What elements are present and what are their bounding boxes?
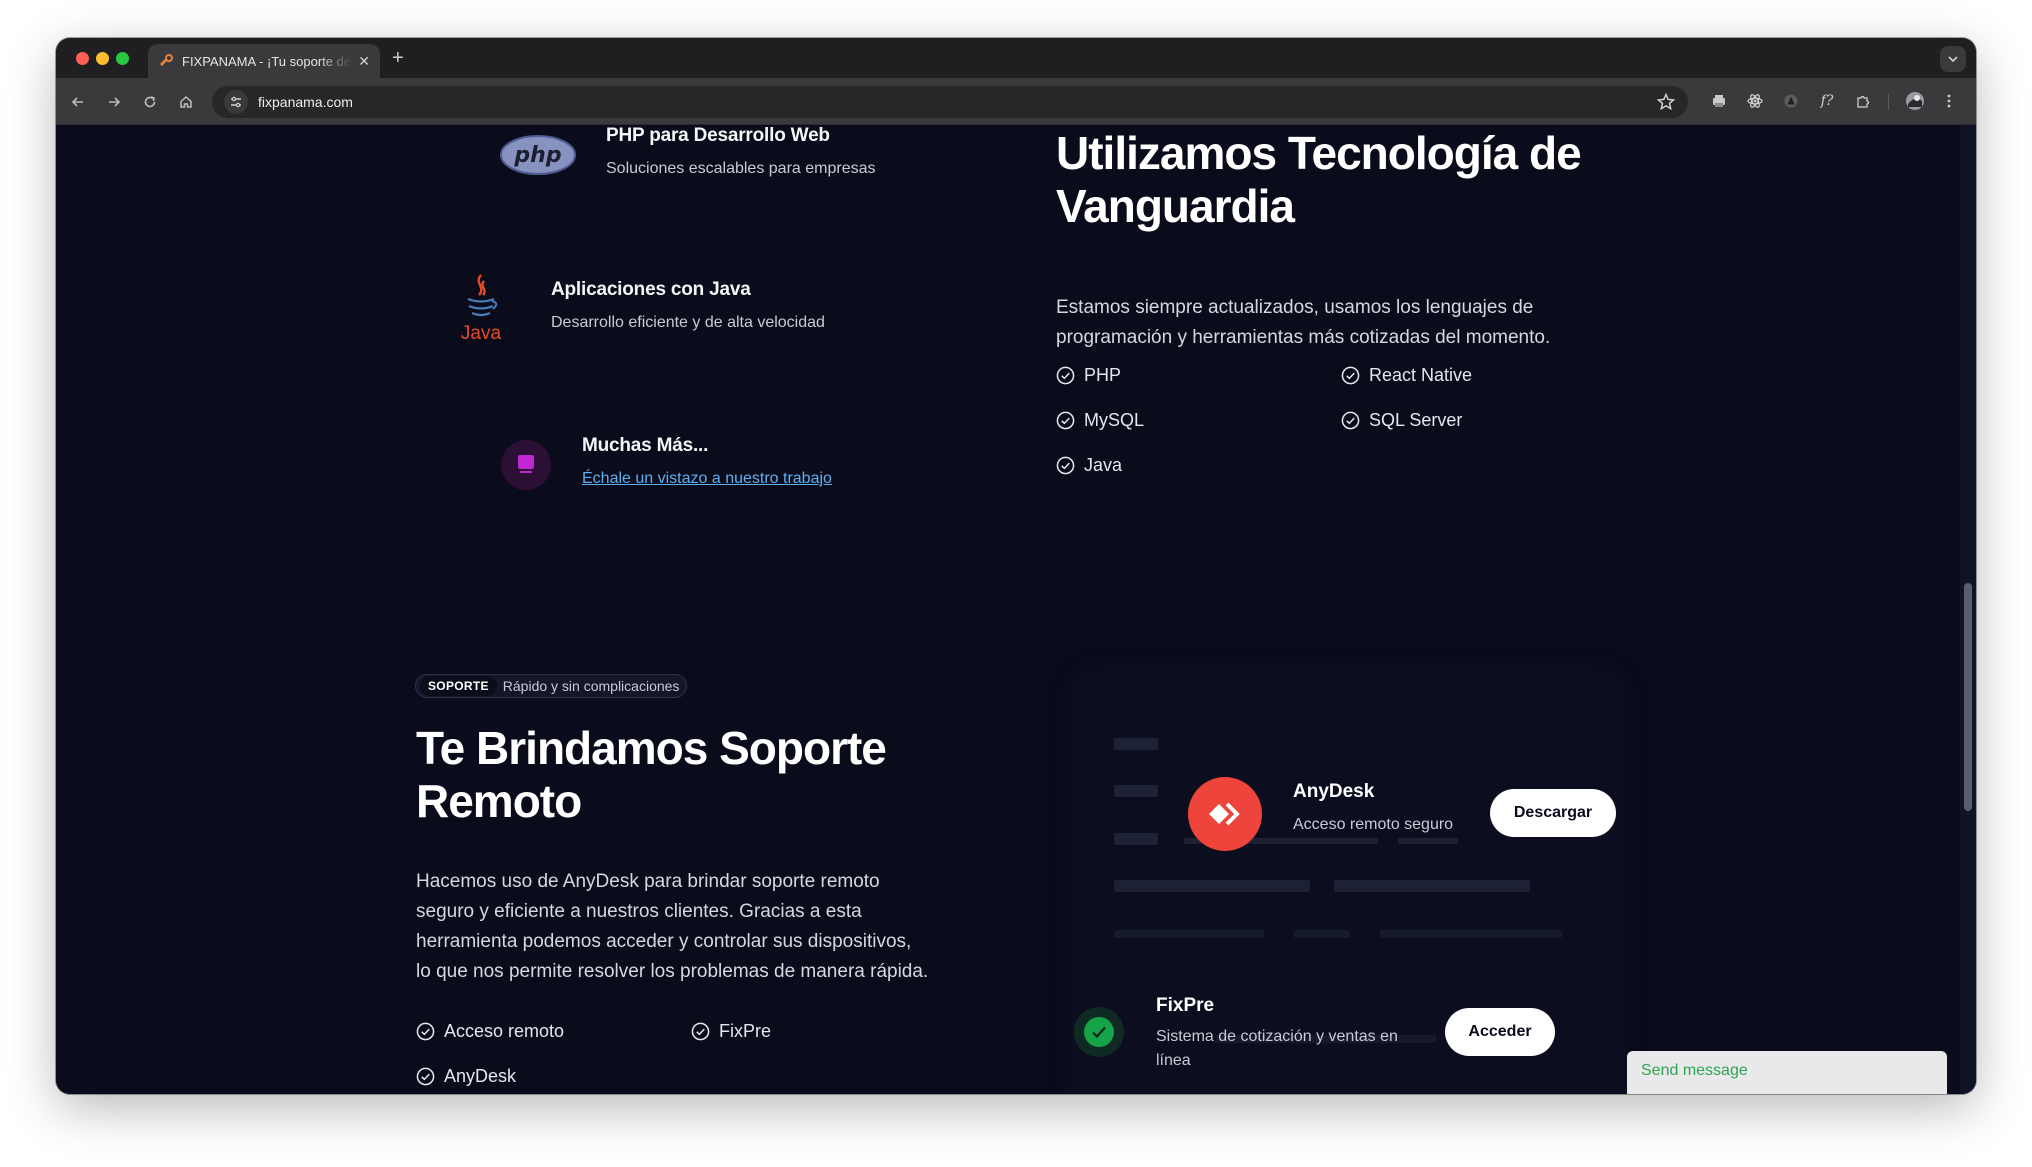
- tech-logo-java: Java: [460, 273, 502, 354]
- extension-function-icon[interactable]: f?: [1816, 90, 1838, 112]
- check-circle-icon: [691, 1022, 710, 1041]
- check-circle-icon: [1056, 411, 1075, 430]
- check-item-php: PHP: [1056, 365, 1121, 386]
- toolbar-divider: [1888, 94, 1889, 110]
- profile-avatar[interactable]: [1904, 90, 1926, 112]
- scrollbar-thumb[interactable]: [1964, 583, 1972, 811]
- check-circle-icon: [1056, 456, 1075, 475]
- maximize-window-button[interactable]: [116, 52, 129, 65]
- check-circle-icon: [1341, 366, 1360, 385]
- tab-title: FIXPANAMA - ¡Tu soporte de: [182, 53, 352, 69]
- vanguardia-lead: Estamos siempre actualizados, usamos los…: [1056, 297, 1551, 348]
- skeleton-line: [1114, 930, 1264, 938]
- check-item-acceso-remoto: Acceso remoto: [416, 1021, 564, 1042]
- check-item-mysql: MySQL: [1056, 410, 1144, 431]
- skeleton-line: [1114, 738, 1158, 750]
- fixpanama-favicon-icon: [160, 54, 173, 66]
- skeleton-line: [1114, 833, 1158, 845]
- soporte-lead: Hacemos uso de AnyDesk para brindar sopo…: [416, 871, 929, 982]
- svg-text:Java: Java: [461, 323, 502, 344]
- skeleton-line: [1114, 880, 1310, 892]
- check-circle-icon: [1056, 366, 1075, 385]
- portfolio-link[interactable]: Échale un vistazo a nuestro trabajo: [582, 470, 832, 488]
- home-icon: [180, 95, 192, 108]
- browser-menu-icon[interactable]: [1938, 90, 1960, 112]
- soporte-badge: SOPORTE Rápido y sin complicaciones: [415, 674, 688, 698]
- fixpre-subtitle: Sistema de cotización y ventas en línea: [1156, 1028, 1398, 1069]
- vanguardia-heading: Utilizamos Tecnología de Vanguardia: [1056, 127, 1582, 232]
- minimize-window-button[interactable]: [96, 52, 109, 65]
- browser-toolbar: fixpanama.com f?: [56, 78, 1976, 125]
- svg-text:php: php: [513, 143, 561, 168]
- tab-fixpanama[interactable]: FIXPANAMA - ¡Tu soporte de ✕: [148, 44, 380, 78]
- skeleton-line: [1114, 785, 1158, 797]
- tech-more: Muchas Más... Échale un vistazo a nuestr…: [582, 435, 832, 488]
- check-item-java: Java: [1056, 455, 1122, 476]
- soporte-heading: Te Brindamos Soporte Remoto: [416, 722, 887, 827]
- badge-tag: SOPORTE: [420, 676, 497, 696]
- back-icon: [71, 97, 83, 107]
- tab-search-button[interactable]: [1940, 46, 1966, 72]
- tech-php-title: PHP para Desarrollo Web: [606, 125, 830, 146]
- anydesk-download-button[interactable]: Descargar: [1490, 789, 1616, 837]
- tab-bar: FIXPANAMA - ¡Tu soporte de ✕ +: [56, 38, 1976, 78]
- anydesk-logo: [1188, 777, 1262, 851]
- site-settings-icon[interactable]: [224, 90, 248, 114]
- page-viewport: php PHP para Desarrollo Web Soluciones e…: [56, 125, 1976, 1094]
- back-button[interactable]: [66, 90, 90, 114]
- tech-more-title: Muchas Más...: [582, 435, 709, 456]
- tech-php-desc: Soluciones escalables para empresas: [606, 160, 876, 177]
- check-circle-icon: [1341, 411, 1360, 430]
- send-message-widget[interactable]: Send message: [1627, 1051, 1947, 1094]
- check-item-react-native: React Native: [1341, 365, 1472, 386]
- extension-react-icon[interactable]: [1744, 90, 1766, 112]
- skeleton-line: [1380, 930, 1562, 938]
- page-scrollbar[interactable]: [1960, 125, 1976, 1094]
- tech-java-desc: Desarrollo eficiente y de alta velocidad: [551, 314, 825, 331]
- fixpre-avatar: [1074, 1007, 1124, 1057]
- skeleton-line: [1334, 880, 1530, 892]
- address-bar[interactable]: fixpanama.com: [212, 86, 1688, 118]
- skeleton-line: [1294, 930, 1350, 938]
- tech-java-title: Aplicaciones con Java: [551, 279, 751, 300]
- anydesk-subtitle: Acceso remoto seguro: [1293, 816, 1454, 833]
- forward-button[interactable]: [102, 90, 126, 114]
- home-button[interactable]: [174, 90, 198, 114]
- reload-button[interactable]: [138, 90, 162, 114]
- check-circle-icon: [416, 1067, 435, 1086]
- checkmark-icon: [1084, 1017, 1114, 1047]
- extension-printer-icon[interactable]: [1708, 90, 1730, 112]
- fixpre-access-button[interactable]: Acceder: [1445, 1008, 1555, 1056]
- extension-shield-icon[interactable]: [1780, 90, 1802, 112]
- tech-php: PHP para Desarrollo Web Soluciones escal…: [606, 125, 875, 178]
- badge-text: Rápido y sin complicaciones: [502, 678, 680, 694]
- anydesk-title: AnyDesk: [1293, 781, 1375, 802]
- close-window-button[interactable]: [76, 52, 89, 65]
- close-tab-icon[interactable]: ✕: [358, 53, 370, 70]
- url-text: fixpanama.com: [258, 94, 353, 110]
- check-item-anydesk: AnyDesk: [416, 1066, 516, 1087]
- forward-icon: [109, 97, 121, 107]
- star-icon[interactable]: [1656, 92, 1676, 112]
- check-circle-icon: [416, 1022, 435, 1041]
- extensions-puzzle-icon[interactable]: [1852, 90, 1874, 112]
- browser-window: FIXPANAMA - ¡Tu soporte de ✕ + fixpanama: [56, 38, 1976, 1094]
- reload-icon: [144, 96, 156, 108]
- check-item-sql-server: SQL Server: [1341, 410, 1462, 431]
- tech-java: Aplicaciones con Java Desarrollo eficien…: [551, 279, 825, 332]
- chevron-down-icon: [1948, 56, 1958, 63]
- tech-logo-php: php: [500, 135, 576, 180]
- skeleton-line: [1398, 838, 1458, 844]
- fixpre-title: FixPre: [1156, 995, 1215, 1016]
- new-tab-button[interactable]: +: [392, 46, 404, 70]
- more-technologies-icon: [501, 440, 551, 490]
- check-item-fixpre: FixPre: [691, 1021, 771, 1042]
